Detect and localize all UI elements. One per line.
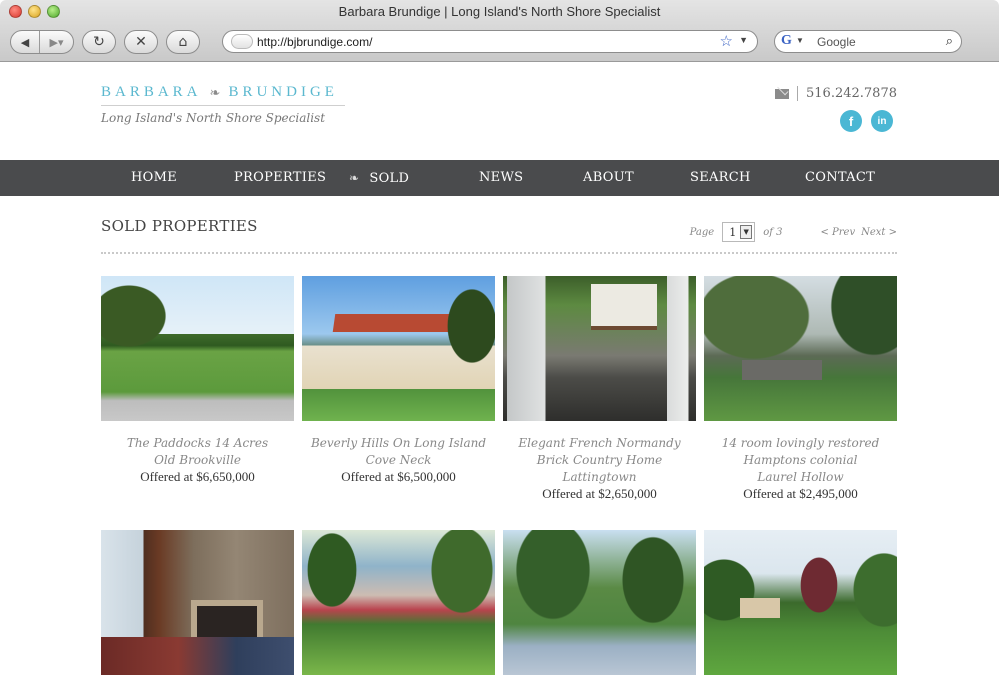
search-bar[interactable]: G ▼ Google ⌕ bbox=[774, 30, 962, 53]
nav-item-sold[interactable]: ❧ SOLD bbox=[349, 160, 409, 196]
nav-item-properties[interactable]: PROPERTIES bbox=[234, 160, 326, 196]
property-price: Offered at $2,650,000 bbox=[542, 486, 657, 501]
property-card[interactable]: Elegant French Normandy Brick Country Ho… bbox=[503, 276, 696, 502]
address-bar[interactable]: http://bjbrundige.com/ ☆ ▼ bbox=[222, 30, 758, 53]
page-count: of 3 bbox=[763, 226, 783, 238]
forward-arrow-icon: ▶▾ bbox=[49, 35, 64, 49]
property-card[interactable]: 14 room lovingly restored Hamptons colon… bbox=[704, 276, 897, 502]
page-select[interactable]: 1 ▼ bbox=[722, 222, 756, 242]
property-card[interactable] bbox=[101, 530, 294, 675]
forward-button[interactable]: ▶▾ bbox=[39, 31, 73, 53]
page-select-value: 1 bbox=[729, 225, 737, 239]
search-icon[interactable]: ⌕ bbox=[946, 33, 953, 49]
prev-link[interactable]: < Prev bbox=[820, 227, 855, 238]
browser-nav-buttons: ◀ ▶▾ ↻ ✕ ⌂ bbox=[10, 30, 200, 54]
linkedin-icon[interactable]: in bbox=[871, 110, 893, 132]
social-links: f in bbox=[840, 110, 893, 132]
property-card[interactable] bbox=[503, 530, 696, 675]
nav-item-home[interactable]: HOME bbox=[131, 160, 177, 196]
property-photo[interactable] bbox=[704, 276, 897, 421]
phone-number: 516.242.7878 bbox=[806, 86, 897, 101]
site-logo[interactable]: BARBARA ❧ BRUNDIGE Long Island's North S… bbox=[101, 84, 347, 125]
reload-icon: ↻ bbox=[93, 34, 105, 50]
bookmark-star-icon[interactable]: ☆ bbox=[720, 32, 733, 50]
next-link[interactable]: Next > bbox=[861, 227, 897, 238]
facebook-icon[interactable]: f bbox=[840, 110, 862, 132]
stop-button[interactable]: ✕ bbox=[124, 30, 158, 54]
page-label: Page bbox=[689, 226, 715, 238]
property-card[interactable]: The Paddocks 14 Acres Old Brookville Off… bbox=[101, 276, 294, 485]
page-title: SOLD PROPERTIES bbox=[101, 217, 258, 235]
main-nav: HOME PROPERTIES ❧ SOLD NEWS ABOUT SEARCH … bbox=[0, 160, 999, 196]
property-photo[interactable] bbox=[503, 530, 696, 675]
google-icon[interactable]: G bbox=[781, 33, 792, 49]
property-title[interactable]: The Paddocks 14 Acres Old Brookville bbox=[101, 435, 294, 469]
header-contact: 516.242.7878 bbox=[775, 86, 897, 101]
property-photo[interactable] bbox=[302, 530, 495, 675]
mail-icon[interactable] bbox=[775, 88, 790, 99]
property-title[interactable]: Elegant French Normandy Brick Country Ho… bbox=[503, 435, 696, 486]
property-photo[interactable] bbox=[704, 530, 897, 675]
logo-name: BARBARA ❧ BRUNDIGE bbox=[101, 84, 347, 101]
property-card[interactable] bbox=[704, 530, 897, 675]
property-card[interactable]: Beverly Hills On Long Island Cove Neck O… bbox=[302, 276, 495, 485]
property-title[interactable]: Beverly Hills On Long Island Cove Neck bbox=[302, 435, 495, 469]
property-photo[interactable] bbox=[101, 530, 294, 675]
search-input[interactable]: Google bbox=[817, 35, 856, 49]
section-divider bbox=[101, 252, 897, 254]
logo-divider bbox=[101, 105, 345, 106]
nav-item-search[interactable]: SEARCH bbox=[690, 160, 751, 196]
logo-last-name: BRUNDIGE bbox=[228, 84, 338, 100]
logo-tagline: Long Island's North Shore Specialist bbox=[101, 111, 326, 125]
address-text[interactable]: http://bjbrundige.com/ bbox=[257, 35, 372, 49]
property-photo[interactable] bbox=[503, 276, 696, 421]
logo-flourish-icon: ❧ bbox=[209, 84, 221, 100]
pagination: Page 1 ▼ of 3 < Prev Next > bbox=[690, 222, 897, 242]
contact-divider bbox=[797, 86, 799, 101]
stop-icon: ✕ bbox=[135, 34, 147, 50]
property-price: Offered at $2,495,000 bbox=[743, 486, 858, 501]
site-icon bbox=[231, 34, 253, 49]
logo-first-name: BARBARA bbox=[101, 84, 202, 100]
address-dropdown-icon[interactable]: ▼ bbox=[739, 35, 748, 45]
property-price: Offered at $6,500,000 bbox=[341, 469, 456, 484]
nav-item-sold-label: SOLD bbox=[369, 171, 410, 186]
flourish-icon: ❧ bbox=[349, 171, 360, 185]
back-forward-group: ◀ ▶▾ bbox=[10, 30, 74, 54]
back-arrow-icon: ◀ bbox=[20, 35, 30, 49]
reload-button[interactable]: ↻ bbox=[82, 30, 116, 54]
nav-item-about[interactable]: ABOUT bbox=[583, 160, 634, 196]
property-card[interactable] bbox=[302, 530, 495, 675]
home-icon: ⌂ bbox=[178, 34, 188, 50]
nav-item-contact[interactable]: CONTACT bbox=[805, 160, 875, 196]
back-button[interactable]: ◀ bbox=[11, 31, 39, 53]
property-title[interactable]: 14 room lovingly restored Hamptons colon… bbox=[704, 435, 897, 486]
chevron-down-icon: ▼ bbox=[740, 225, 753, 239]
nav-item-news[interactable]: NEWS bbox=[479, 160, 523, 196]
browser-chrome: Barbara Brundige | Long Island's North S… bbox=[0, 0, 999, 62]
home-button[interactable]: ⌂ bbox=[166, 30, 200, 54]
property-price: Offered at $6,650,000 bbox=[140, 469, 255, 484]
web-page: BARBARA ❧ BRUNDIGE Long Island's North S… bbox=[0, 62, 999, 681]
search-engine-dropdown-icon[interactable]: ▼ bbox=[796, 36, 804, 45]
property-photo[interactable] bbox=[302, 276, 495, 421]
window-title: Barbara Brundige | Long Island's North S… bbox=[338, 4, 661, 19]
property-photo[interactable] bbox=[101, 276, 294, 421]
